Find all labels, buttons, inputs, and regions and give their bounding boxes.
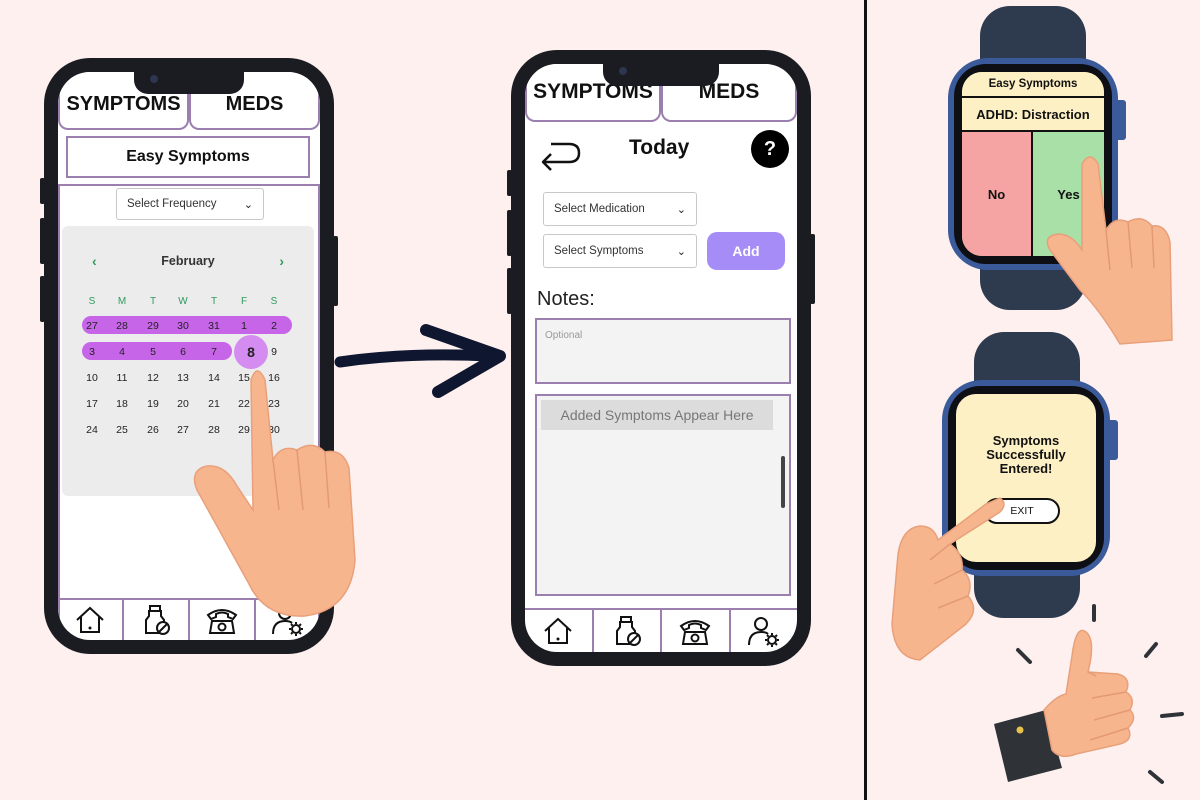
divider-line <box>864 0 867 800</box>
calendar-day[interactable]: 10 <box>77 372 107 384</box>
pointing-hand-illustration <box>193 370 356 617</box>
pointing-hand-illustration <box>1046 156 1173 345</box>
calendar-day[interactable]: 29 <box>138 320 168 332</box>
next-month-button[interactable]: › <box>279 253 284 269</box>
bottom-nav <box>525 608 797 652</box>
add-button[interactable]: Add <box>707 232 785 270</box>
weekday-label: T <box>149 296 157 307</box>
success-message-line: Successfully <box>986 447 1066 462</box>
calendar-day[interactable]: 6 <box>168 346 198 358</box>
calendar-day[interactable]: 24 <box>77 424 107 436</box>
phone-side-button <box>507 170 512 196</box>
help-button[interactable]: ? <box>751 130 789 168</box>
symptoms-select[interactable]: Select Symptoms ⌄ <box>543 234 697 268</box>
weekday-label: M <box>117 296 127 307</box>
user-settings-icon <box>747 617 779 647</box>
phone-screen: SYMPTOMS MEDS Today ? Select Medication … <box>525 64 797 652</box>
no-button[interactable]: No <box>962 132 1033 256</box>
weekday-label: S <box>270 296 278 307</box>
telephone-icon <box>679 620 711 645</box>
watch-crown[interactable] <box>1114 100 1126 140</box>
frequency-select-label: Select Frequency <box>127 198 217 210</box>
frequency-select[interactable]: Select Frequency ⌄ <box>116 188 264 220</box>
scrollbar[interactable] <box>781 456 785 508</box>
phone-side-button <box>507 268 512 314</box>
notes-field[interactable]: Optional <box>535 318 791 384</box>
calendar-day[interactable]: 25 <box>107 424 137 436</box>
calendar-day[interactable]: 4 <box>107 346 137 358</box>
calendar-month: February <box>161 254 215 268</box>
watch-crown[interactable] <box>1106 420 1118 460</box>
phone-side-button <box>40 178 45 204</box>
thumbs-up-illustration <box>994 604 1184 784</box>
chevron-down-icon: ⌄ <box>676 245 686 258</box>
calendar-day[interactable]: 12 <box>138 372 168 384</box>
notes-placeholder: Optional <box>545 330 583 341</box>
calendar-day[interactable]: 1 <box>229 320 259 332</box>
home-icon <box>76 606 104 633</box>
calendar-day[interactable]: 31 <box>199 320 229 332</box>
calendar-day[interactable]: 28 <box>107 320 137 332</box>
symptoms-select-label: Select Symptoms <box>554 245 644 257</box>
weekday-label: W <box>178 296 188 307</box>
calendar-day[interactable]: 2 <box>259 320 289 332</box>
pill-bottle-icon <box>615 616 641 646</box>
phone-side-button <box>40 218 45 264</box>
chevron-down-icon: ⌄ <box>243 198 253 211</box>
success-message-line: Entered! <box>999 461 1053 476</box>
chevron-down-icon: ⌄ <box>676 203 686 216</box>
phone-notch <box>134 72 244 94</box>
home-icon <box>544 617 572 644</box>
calendar-day[interactable]: 30 <box>168 320 198 332</box>
calendar-day[interactable]: 7 <box>199 346 229 358</box>
weekday-label: T <box>210 296 218 307</box>
weekday-label: F <box>240 296 248 307</box>
calendar-day[interactable]: 17 <box>77 398 107 410</box>
nav-home[interactable] <box>58 600 124 640</box>
calendar-day[interactable]: 11 <box>107 372 137 384</box>
medication-select-label: Select Medication <box>554 203 645 215</box>
success-message: Symptoms Successfully Entered! <box>956 434 1096 476</box>
phone-side-button <box>507 210 512 256</box>
nav-profile-settings[interactable] <box>731 610 798 652</box>
phone-power-button <box>810 234 815 304</box>
nav-home[interactable] <box>525 610 594 652</box>
weekday-label: S <box>88 296 96 307</box>
added-symptoms-placeholder: Added Symptoms Appear Here <box>541 400 773 430</box>
nav-meds[interactable] <box>594 610 662 652</box>
phone-notch <box>603 64 719 86</box>
medication-select[interactable]: Select Medication ⌄ <box>543 192 697 226</box>
app-title: Easy Symptoms <box>66 136 310 178</box>
calendar-day[interactable]: 18 <box>107 398 137 410</box>
success-message-line: Symptoms <box>992 433 1060 448</box>
nav-call[interactable] <box>662 610 731 652</box>
notes-label: Notes: <box>537 288 595 310</box>
flow-arrow <box>334 324 506 398</box>
page-title: Today <box>629 136 690 159</box>
calendar-day[interactable]: 26 <box>138 424 168 436</box>
back-arrow-icon[interactable] <box>539 140 581 172</box>
added-symptoms-list[interactable]: Added Symptoms Appear Here <box>535 394 791 596</box>
phone-side-button <box>40 276 45 322</box>
calendar-day[interactable]: 27 <box>77 320 107 332</box>
calendar-day[interactable]: 3 <box>77 346 107 358</box>
phone-power-button <box>333 236 338 306</box>
calendar-day[interactable]: 5 <box>138 346 168 358</box>
watch-app-title: Easy Symptoms <box>962 72 1104 98</box>
pill-bottle-icon <box>145 605 170 635</box>
calendar-day[interactable]: 19 <box>138 398 168 410</box>
symptom-question: ADHD: Distraction <box>962 98 1104 132</box>
nav-meds[interactable] <box>124 600 190 640</box>
phone-add-symptoms: SYMPTOMS MEDS Today ? Select Medication … <box>507 50 815 666</box>
